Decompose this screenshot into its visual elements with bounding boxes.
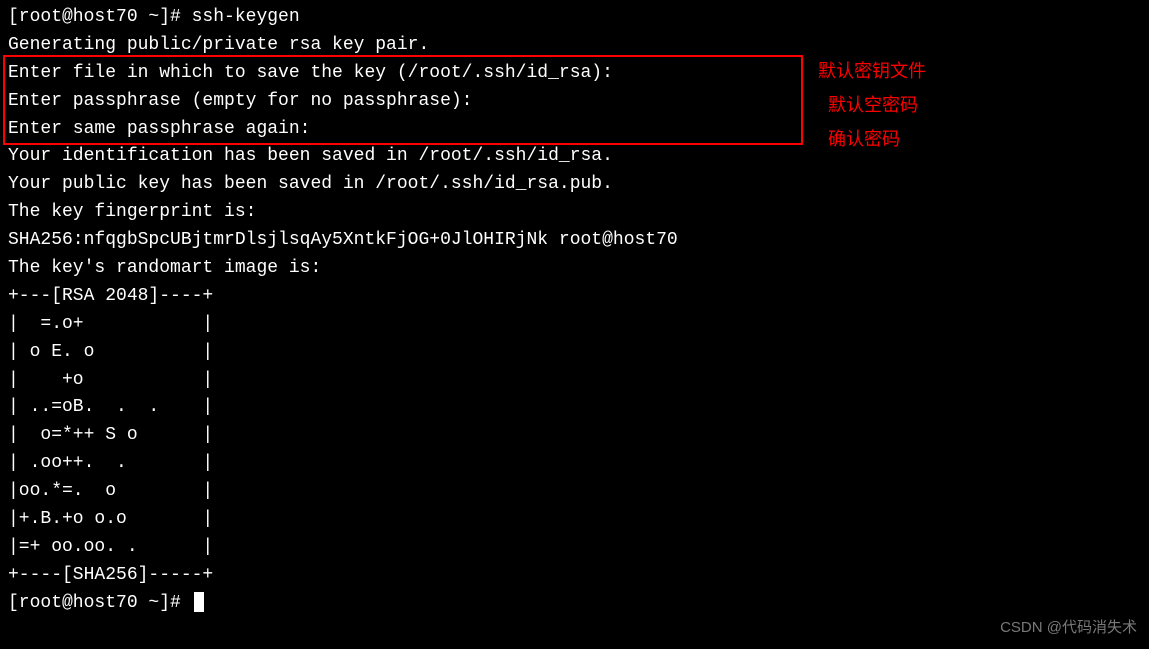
- randomart-line: | o E. o |: [8, 339, 1141, 367]
- randomart-line: |+.B.+o o.o |: [8, 506, 1141, 534]
- prompt-line: [root@host70 ~]# ssh-keygen: [8, 4, 1141, 32]
- randomart-line: | ..=oB. . . |: [8, 394, 1141, 422]
- output-line: Enter same passphrase again:: [8, 116, 1141, 144]
- output-line: The key's randomart image is:: [8, 255, 1141, 283]
- terminal-output: [root@host70 ~]# ssh-keygen Generating p…: [8, 4, 1141, 618]
- output-line: Enter passphrase (empty for no passphras…: [8, 88, 1141, 116]
- output-line: Your identification has been saved in /r…: [8, 143, 1141, 171]
- randomart-line: |oo.*=. o |: [8, 478, 1141, 506]
- output-line: Your public key has been saved in /root/…: [8, 171, 1141, 199]
- randomart-line: | =.o+ |: [8, 311, 1141, 339]
- output-line: SHA256:nfqgbSpcUBjtmrDlsjlsqAy5XntkFjOG+…: [8, 227, 1141, 255]
- randomart-line: |=+ oo.oo. . |: [8, 534, 1141, 562]
- randomart-line: | .oo++. . |: [8, 450, 1141, 478]
- annotation-default-key-file: 默认密钥文件: [818, 58, 926, 86]
- watermark: CSDN @代码消失术: [1000, 616, 1137, 639]
- prompt-text: [root@host70 ~]#: [8, 593, 192, 613]
- randomart-line: +----[SHA256]-----+: [8, 562, 1141, 590]
- output-line: The key fingerprint is:: [8, 199, 1141, 227]
- randomart-line: | +o |: [8, 367, 1141, 395]
- cursor-icon: [194, 592, 204, 612]
- output-line: Generating public/private rsa key pair.: [8, 32, 1141, 60]
- output-line: Enter file in which to save the key (/ro…: [8, 60, 1141, 88]
- annotation-confirm-password: 确认密码: [828, 126, 900, 154]
- randomart-line: +---[RSA 2048]----+: [8, 283, 1141, 311]
- randomart-line: | o=*++ S o |: [8, 422, 1141, 450]
- annotation-default-empty-password: 默认空密码: [828, 92, 918, 120]
- prompt-line[interactable]: [root@host70 ~]#: [8, 590, 1141, 618]
